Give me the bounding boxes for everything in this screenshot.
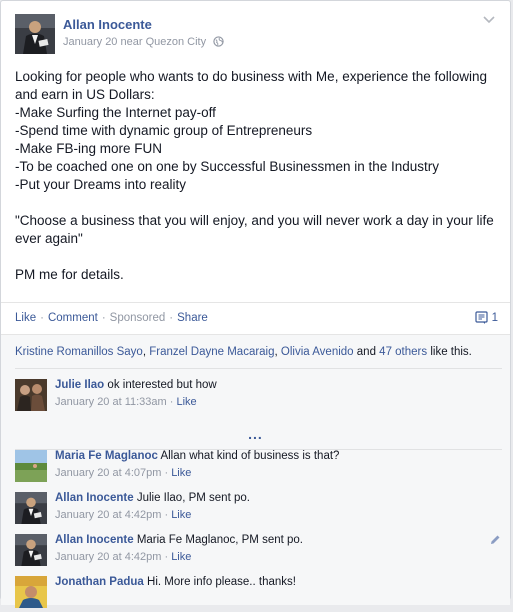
commenter-avatar[interactable] [15,492,47,524]
likes-and: and [356,346,376,358]
comments-section: Kristine Romanillos Sayo, Franzel Dayne … [1,334,510,608]
globe-icon[interactable] [213,36,224,50]
comment-meta: January 20 at 4:07pm · Like [55,467,192,479]
action-bar: Like · Comment · Sponsored · Share 1 [1,302,510,335]
comment-time[interactable]: January 20 at 11:33am [55,396,167,408]
post-body: Looking for people who wants to do busin… [15,68,499,284]
comment-item: Julie Ilao ok interested but how January… [15,379,501,415]
comment-link[interactable]: Comment [48,312,98,324]
comment-item: Maria Fe Maglanoc Allan what kind of bus… [15,450,501,486]
comment-like-link[interactable]: Like [176,396,196,408]
comment-item: Allan Inocente Maria Fe Maglanoc, PM sen… [15,534,501,570]
comment-item: Jonathan Padua Hi. More info please.. th… [15,576,501,612]
comment-icon [474,311,488,324]
story-header: Allan Inocente January 20 near Quezon Ci… [15,14,495,54]
comment-text: ok interested but how [107,379,217,391]
comment-line: Julie Ilao ok interested but how [55,379,217,391]
comment-count: 1 [491,311,498,324]
comment-text: Allan what kind of business is that? [160,450,340,462]
comment-count-button[interactable]: 1 [474,311,498,324]
separator: · [169,312,174,324]
likes-suffix: like this. [430,346,472,358]
likes-sentence: Kristine Romanillos Sayo, Franzel Dayne … [15,346,472,358]
comment-text: Hi. More info please.. thanks! [147,576,296,588]
author-name[interactable]: Allan Inocente [63,17,152,32]
comment-text: Julie Ilao, PM sent po. [136,492,250,504]
commenter-name[interactable]: Maria Fe Maglanoc [55,450,158,462]
comment-text: Maria Fe Maglanoc, PM sent po. [136,534,303,546]
post-location: near Quezon City [120,36,207,48]
news-feed-story: Allan Inocente January 20 near Quezon Ci… [0,0,511,608]
comment-meta: January 20 at 11:33am · Like [55,396,197,408]
commenter-name[interactable]: Allan Inocente [55,492,134,504]
comment-line: Allan Inocente Maria Fe Maglanoc, PM sen… [55,534,303,546]
share-link[interactable]: Share [177,312,208,324]
comment-meta: January 20 at 4:42pm · Like [55,509,192,521]
comment-line: Jonathan Padua Hi. More info please.. th… [55,576,296,588]
post-paragraph: PM me for details. [15,267,124,282]
comment-time[interactable]: January 20 at 4:42pm [55,509,161,521]
liker-link[interactable]: Kristine Romanillos Sayo [15,346,143,358]
commenter-avatar[interactable] [15,576,47,608]
like-link[interactable]: Like [15,312,36,324]
commenter-name[interactable]: Julie Ilao [55,379,104,391]
author-avatar[interactable] [15,14,55,54]
action-links: Like · Comment · Sponsored · Share [15,312,208,324]
separator: · [101,312,106,324]
comment-time[interactable]: January 20 at 4:07pm [55,467,161,479]
commenter-avatar[interactable] [15,450,47,482]
separator: · [40,312,44,324]
post-paragraph: "Choose a business that you will enjoy, … [15,213,494,246]
commenter-name[interactable]: Allan Inocente [55,534,134,546]
commenter-name[interactable]: Jonathan Padua [55,576,144,588]
post-paragraph: Looking for people who wants to do busin… [15,69,488,192]
comment-item: Allan Inocente Julie Ilao, PM sent po. J… [15,492,501,528]
comment-meta: January 20 at 4:42pm · Like [55,551,192,563]
pencil-icon[interactable] [490,534,501,548]
comment-line: Allan Inocente Julie Ilao, PM sent po. [55,492,250,504]
comment-like-link[interactable]: Like [171,467,191,479]
comment-like-link[interactable]: Like [171,551,191,563]
divider [15,368,502,369]
commenter-avatar[interactable] [15,379,47,411]
liker-link[interactable]: Olivia Avenido [281,346,354,358]
commenter-avatar[interactable] [15,534,47,566]
comment-like-link[interactable]: Like [171,509,191,521]
likes-others-link[interactable]: 47 others [379,346,427,358]
chevron-down-icon[interactable] [483,14,495,28]
liker-link[interactable]: Franzel Dayne Macaraig [149,346,274,358]
sponsored-label: Sponsored [109,312,166,324]
comment-time[interactable]: January 20 at 4:42pm [55,551,161,563]
view-more-comments[interactable]: ... [1,426,510,442]
comment-line: Maria Fe Maglanoc Allan what kind of bus… [55,450,339,462]
post-meta: January 20 near Quezon City [63,36,224,50]
post-date[interactable]: January 20 [63,36,117,48]
